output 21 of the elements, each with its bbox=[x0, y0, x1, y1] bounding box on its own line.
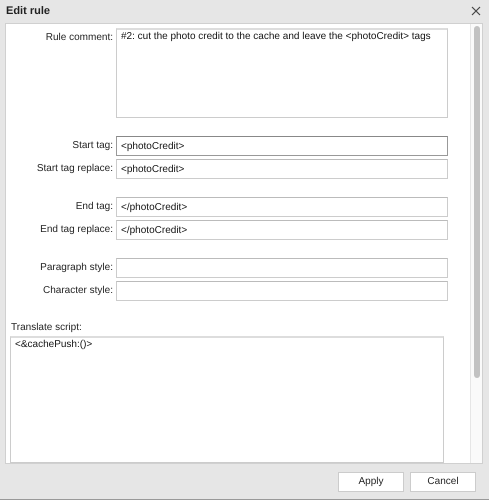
field-label: Character style: bbox=[42, 284, 113, 296]
input-field[interactable]: </photoCredit> bbox=[116, 220, 448, 240]
field-label: Start tag: bbox=[71, 139, 113, 151]
input-field[interactable] bbox=[116, 258, 448, 278]
field-label: Translate script: bbox=[11, 322, 83, 333]
comment-field[interactable]: #2: cut the photo credit to the cache and leave the <photoCredit> tags bbox=[116, 28, 448, 118]
script-field[interactable]: <&cachePush:()> bbox=[10, 336, 444, 463]
input-field[interactable] bbox=[116, 281, 448, 301]
cancel-button[interactable]: Cancel bbox=[410, 472, 476, 492]
input-field[interactable]: <photoCredit> bbox=[116, 136, 448, 156]
input-field[interactable]: <photoCredit> bbox=[116, 159, 448, 179]
window-title: Edit rule bbox=[6, 5, 50, 17]
field-label: Start tag replace: bbox=[36, 162, 113, 174]
field-label: Paragraph style: bbox=[39, 261, 113, 273]
apply-button[interactable]: Apply bbox=[338, 472, 404, 492]
close-icon[interactable] bbox=[471, 6, 481, 16]
field-label: End tag replace: bbox=[39, 223, 113, 235]
input-field[interactable]: </photoCredit> bbox=[116, 197, 448, 217]
field-label: Rule comment: bbox=[44, 31, 113, 43]
scrollbar[interactable] bbox=[470, 24, 482, 463]
field-label: End tag: bbox=[74, 200, 113, 212]
